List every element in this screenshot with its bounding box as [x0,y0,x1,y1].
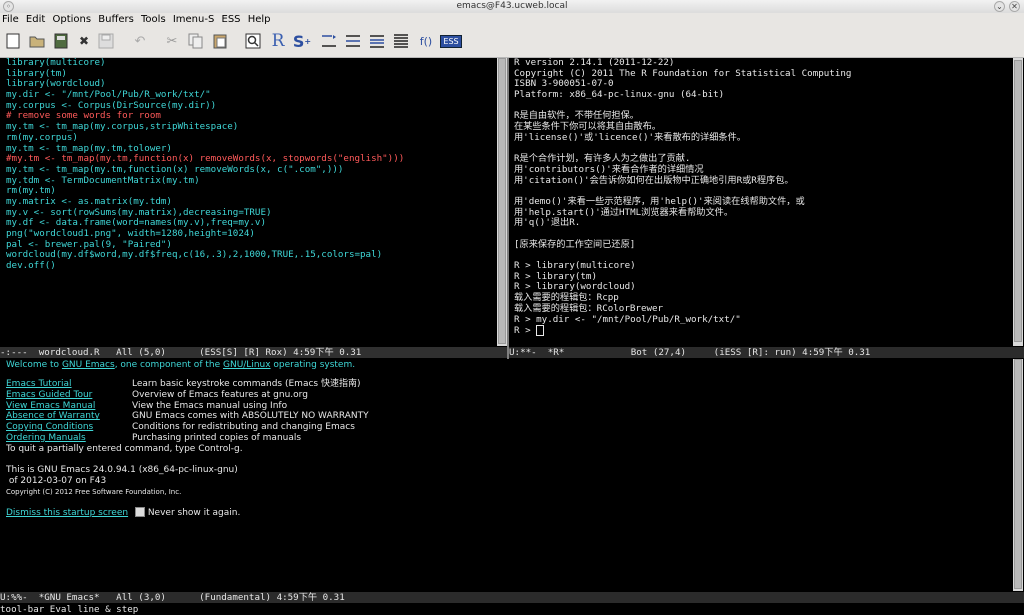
welcome-mid: , one component of the [114,360,223,370]
close-icon[interactable]: ✖ [74,31,94,51]
console-line: 用'contributors()'来看合作者的详细情况 [514,163,704,175]
gnu-emacs-link[interactable]: GNU Emacs [62,360,115,370]
bottom-scroll-thumb[interactable] [1014,359,1022,589]
console-line: 载入需要的程辑包：RColorBrewer [514,302,664,314]
left-scroll-thumb[interactable] [498,58,506,344]
source-line[interactable]: my.tdm <- TermDocumentMatrix(my.tm) [6,175,494,187]
left-scrollbar[interactable] [497,58,507,346]
new-file-icon[interactable] [3,31,23,51]
startup-link-description: GNU Emacs comes with ABSOLUTELY NO WARRA… [132,411,369,422]
startup-link-row: Emacs Tutorial Learn basic keystroke comm… [6,379,1010,390]
eval-function-icon[interactable] [367,31,387,51]
right-scrollbar[interactable] [1013,58,1023,346]
minimize-icon[interactable]: ⌄ [994,1,1005,12]
right-scroll-thumb[interactable] [1014,60,1022,342]
menu-imenu-s[interactable]: Imenu-S [173,14,214,25]
disk-icon[interactable] [96,31,116,51]
eval-region-icon[interactable] [343,31,363,51]
save-icon[interactable] [51,31,71,51]
menu-file[interactable]: File [2,14,19,25]
startup-link-row: Ordering Manuals Purchasing printed copie… [6,433,1010,444]
startup-screen-pane: Welcome to GNU Emacs, one component of t… [6,359,1010,591]
menu-help[interactable]: Help [248,14,271,25]
source-line[interactable]: my.tm <- tm_map(my.tm,function(x) remove… [6,164,494,176]
s-icon[interactable]: S + [292,31,312,51]
menu-bar: File Edit Options Buffers Tools Imenu-S … [0,13,1024,27]
source-line[interactable]: my.tm <- tm_map(my.corpus,stripWhitespac… [6,121,494,133]
eval-file-icon[interactable]: f() [416,31,436,51]
startup-link[interactable]: Emacs Tutorial [6,379,132,390]
gnu-linux-link[interactable]: GNU/Linux [223,360,271,370]
welcome-line: Welcome to GNU Emacs, one component of t… [6,359,1010,371]
startup-link-description: View the Emacs manual using Info [132,400,288,411]
startup-link[interactable]: View Emacs Manual [6,401,132,412]
startup-link[interactable]: Copying Conditions [6,422,132,433]
source-buffer-pane[interactable]: library(multicore) library(tm) library(wor… [6,58,494,346]
startup-link-row: View Emacs Manual View the Emacs manual u… [6,401,1010,412]
welcome-post: operating system. [270,360,356,370]
startup-link[interactable]: Emacs Guided Tour [6,390,132,401]
paste-icon[interactable] [210,31,230,51]
dismiss-startup-link[interactable]: Dismiss this startup screen [6,508,128,518]
undo-icon[interactable]: ↶ [130,31,150,51]
left-modeline: -:--- wordcloud.R All (5,0) (ESS[S] [R] … [0,347,507,358]
menu-options[interactable]: Options [52,14,91,25]
window-title: emacs@F43.ucweb.local [456,1,568,11]
bottom-scrollbar[interactable] [1013,359,1023,591]
tool-bar: ✖ ↶ ✂ R S + f() ESS [0,27,1024,58]
source-line[interactable]: wordcloud(my.df$word,my.df$freq,c(16,.3)… [6,250,494,261]
vertical-divider[interactable] [507,58,509,359]
text-cursor [536,325,545,337]
right-modeline: U:**- *R* Bot (27,4) (iESS [R]: run) 4:5… [509,347,1024,358]
source-line[interactable]: rm(my.corpus) [6,132,494,144]
ess-icon[interactable]: ESS [440,31,462,51]
startup-link-row: Emacs Guided Tour Overview of Emacs featu… [6,390,1010,401]
source-line[interactable]: library(multicore) [6,58,494,69]
console-line: [原来保存的工作空间已还原] [514,238,636,250]
startup-link-row: Absence of Warranty GNU Emacs comes with … [6,411,1010,422]
startup-link-description: Conditions for redistributing and changi… [132,422,355,433]
r-console-pane[interactable]: R version 2.14.1 (2011-12-22) Copyright (… [514,58,1010,346]
startup-link-description: Overview of Emacs features at gnu.org [132,389,308,400]
search-icon[interactable] [243,31,263,51]
menu-ess[interactable]: ESS [222,14,241,25]
copyright-line: Copyright (C) 2012 Free Software Foundat… [6,487,182,496]
startup-link[interactable]: Ordering Manuals [6,433,132,444]
copy-icon[interactable] [186,31,206,51]
menu-buffers[interactable]: Buffers [98,14,134,25]
never-show-checkbox[interactable] [134,507,145,518]
startup-link-description: Learn basic keystroke commands (Emacs 快速… [132,379,361,389]
menu-edit[interactable]: Edit [26,14,45,25]
eval-line-icon[interactable] [319,31,339,51]
cut-icon[interactable]: ✂ [162,31,182,51]
startup-links: Emacs Tutorial Learn basic keystroke comm… [6,379,1010,444]
console-line: 用'help.start()'通过HTML浏览器来看帮助文件。 [514,206,734,218]
version-line-1: This is GNU Emacs 24.0.94.1 (x86_64-pc-l… [6,464,238,475]
console-line: 用'citation()'会告诉你如何在出版物中正确地引用R或R程序包。 [514,174,794,186]
console-line: 用'q()'退出R. [514,217,581,229]
startup-link-description: Purchasing printed copies of manuals [132,432,302,443]
startup-link[interactable]: Absence of Warranty [6,411,132,422]
welcome-pre: Welcome to [6,360,62,370]
bottom-modeline: U:%%- *GNU Emacs* All (3,0) (Fundamental… [0,592,1024,603]
source-line[interactable]: dev.off() [6,260,494,272]
console-line: R > my.dir <- "/mnt/Pool/Pub/R_work/txt/… [514,313,741,325]
window-titlebar: ◦ emacs@F43.ucweb.local ⌄ ✕ [0,0,1024,14]
window-menu-icon[interactable]: ◦ [3,1,14,12]
console-line: Platform: x86_64-pc-linux-gnu (64-bit) [514,89,725,101]
echo-area: tool-bar Eval line & step [0,604,1024,615]
open-folder-icon[interactable] [27,31,47,51]
eval-buffer-icon[interactable] [391,31,411,51]
quit-hint: To quit a partially entered command, typ… [6,443,243,454]
r-icon[interactable]: R [268,31,288,51]
console-line: R > [514,325,1010,337]
console-line: 用'license()'或'licence()'来看散布的详细条件。 [514,131,746,143]
close-window-icon[interactable]: ✕ [1009,1,1020,12]
never-show-label: Never show it again. [147,507,241,518]
menu-tools[interactable]: Tools [141,14,166,25]
version-line-2: of 2012-03-07 on F43 [6,475,107,486]
startup-link-row: Copying Conditions Conditions for redistr… [6,422,1010,433]
